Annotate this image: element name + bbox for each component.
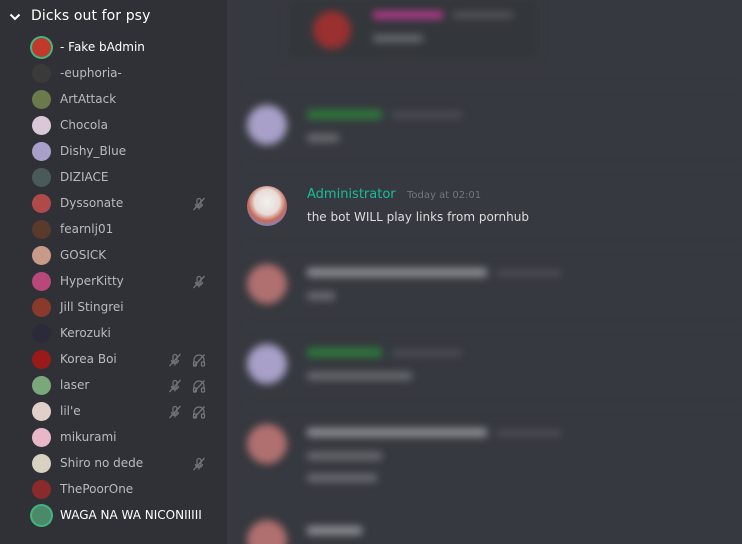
- voice-user-name: Chocola: [60, 118, 108, 132]
- voice-user[interactable]: ArtAttack: [0, 87, 227, 113]
- voice-user-name: GOSICK: [60, 248, 107, 262]
- deafened-icon: [191, 378, 207, 394]
- voice-user-name: HyperKitty: [60, 274, 124, 288]
- avatar[interactable]: [32, 298, 51, 317]
- voice-user-name: Dishy_Blue: [60, 144, 127, 158]
- voice-user-name: lil'e: [60, 404, 81, 418]
- avatar[interactable]: [32, 168, 51, 187]
- voice-user-name: - Fake bAdmin: [60, 40, 145, 54]
- voice-user[interactable]: GOSICK: [0, 243, 227, 269]
- voice-channel-header[interactable]: Dicks out for psy: [0, 0, 227, 34]
- voice-user-name: Dyssonate: [60, 196, 124, 210]
- voice-user[interactable]: HyperKitty: [0, 269, 227, 295]
- voice-user[interactable]: ThePoorOne: [0, 477, 227, 503]
- muted-icon: [167, 378, 183, 394]
- voice-user[interactable]: Dishy_Blue: [0, 139, 227, 165]
- avatar[interactable]: [32, 428, 51, 447]
- chevron-down-icon[interactable]: [9, 12, 21, 22]
- deafened-icon: [191, 352, 207, 368]
- voice-user-name: mikurami: [60, 430, 117, 444]
- avatar[interactable]: [247, 186, 287, 226]
- avatar[interactable]: [32, 272, 51, 291]
- voice-user-name: Korea Boi: [60, 352, 117, 366]
- voice-user-name: DIZIACE: [60, 170, 109, 184]
- muted-icon: [191, 456, 207, 472]
- voice-user[interactable]: WAGA NA WA NICONIIIII: [0, 503, 227, 529]
- voice-user-name: laser: [60, 378, 90, 392]
- message-text: the bot WILL play links from pornhub: [307, 210, 529, 224]
- voice-user[interactable]: - Fake bAdmin: [0, 35, 227, 61]
- avatar[interactable]: [32, 402, 51, 421]
- voice-user[interactable]: Chocola: [0, 113, 227, 139]
- voice-user-name: WAGA NA WA NICONIIIII: [60, 508, 202, 522]
- avatar[interactable]: [32, 506, 51, 525]
- voice-user[interactable]: mikurami: [0, 425, 227, 451]
- voice-channel-name: Dicks out for psy: [31, 8, 151, 24]
- avatar[interactable]: [32, 324, 51, 343]
- voice-user[interactable]: lil'e: [0, 399, 227, 425]
- avatar[interactable]: [32, 38, 51, 57]
- voice-user-name: Shiro no dede: [60, 456, 144, 470]
- muted-icon: [167, 404, 183, 420]
- muted-icon: [191, 274, 207, 290]
- voice-user-name: fearnlj01: [60, 222, 114, 236]
- deafened-icon: [191, 404, 207, 420]
- voice-user[interactable]: Shiro no dede: [0, 451, 227, 477]
- voice-user[interactable]: fearnlj01: [0, 217, 227, 243]
- avatar[interactable]: [32, 116, 51, 135]
- voice-user-name: ThePoorOne: [60, 482, 134, 496]
- voice-channel-sidebar: Dicks out for psy - Fake bAdmin -euphoria…: [0, 0, 227, 544]
- voice-user[interactable]: Jill Stingrei: [0, 295, 227, 321]
- muted-icon: [191, 196, 207, 212]
- avatar[interactable]: [32, 142, 51, 161]
- muted-icon: [167, 352, 183, 368]
- voice-user-name: -euphoria-: [60, 66, 122, 80]
- avatar[interactable]: [32, 64, 51, 83]
- avatar[interactable]: [32, 454, 51, 473]
- avatar[interactable]: [32, 376, 51, 395]
- avatar[interactable]: [32, 246, 51, 265]
- voice-user-name: ArtAttack: [60, 92, 117, 106]
- voice-user-name: Kerozuki: [60, 326, 111, 340]
- message-author[interactable]: Administrator: [307, 187, 396, 202]
- avatar[interactable]: [32, 350, 51, 369]
- chat-area: Administrator Today at 02:01 the bot WIL…: [227, 0, 742, 544]
- avatar[interactable]: [32, 480, 51, 499]
- voice-user[interactable]: DIZIACE: [0, 165, 227, 191]
- voice-user[interactable]: laser: [0, 373, 227, 399]
- voice-user[interactable]: -euphoria-: [0, 61, 227, 87]
- voice-user[interactable]: Korea Boi: [0, 347, 227, 373]
- avatar[interactable]: [32, 90, 51, 109]
- message-timestamp: Today at 02:01: [407, 190, 482, 201]
- avatar[interactable]: [32, 220, 51, 239]
- avatar[interactable]: [32, 194, 51, 213]
- voice-user-name: Jill Stingrei: [60, 300, 124, 314]
- voice-user[interactable]: Dyssonate: [0, 191, 227, 217]
- voice-user[interactable]: Kerozuki: [0, 321, 227, 347]
- blurred-embed: [287, 0, 539, 60]
